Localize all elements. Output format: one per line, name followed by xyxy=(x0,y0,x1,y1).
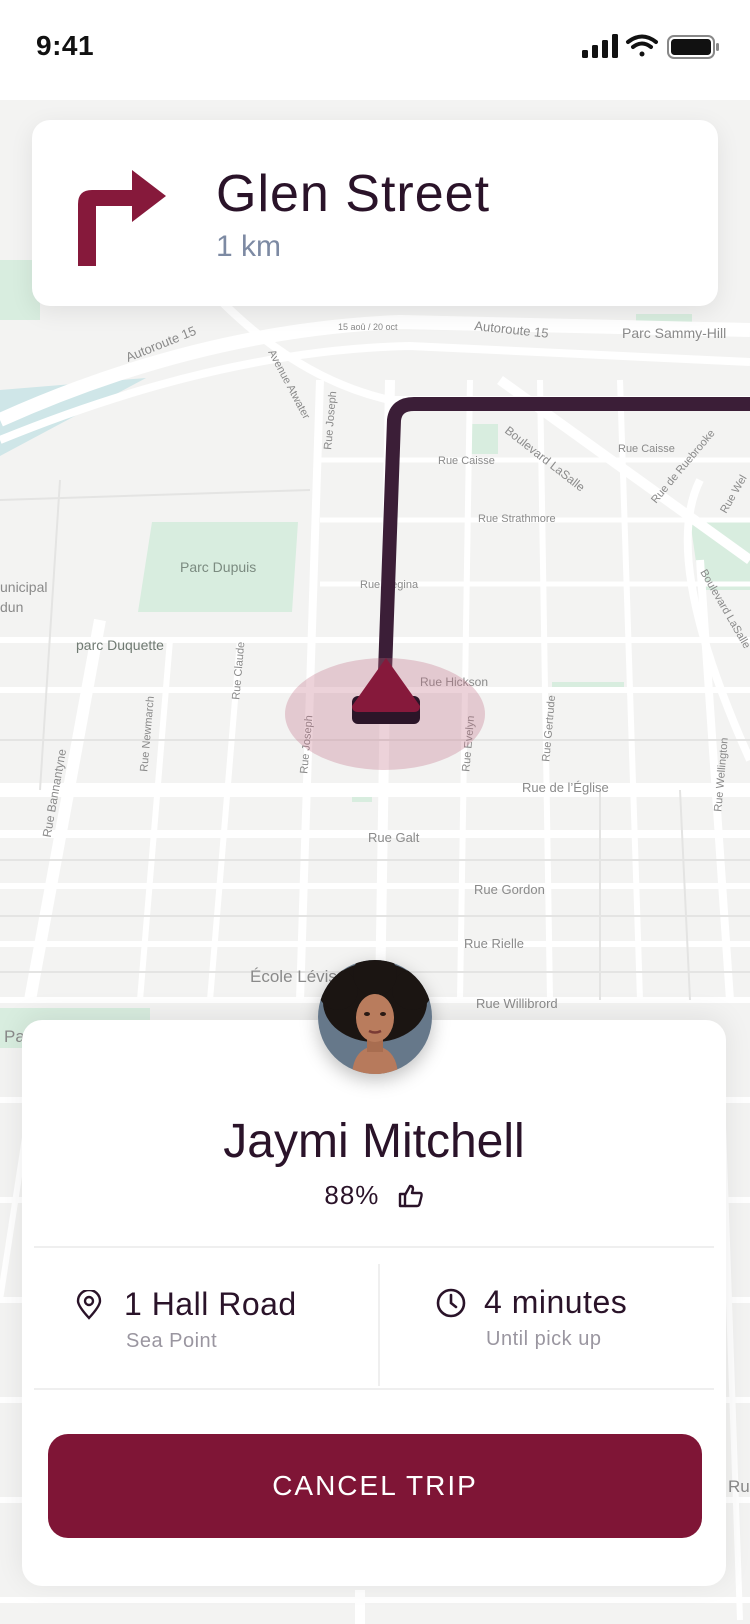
navigation-card: Glen Street 1 km xyxy=(32,120,718,306)
pickup-address: 1 Hall Road xyxy=(124,1286,297,1322)
map-label: Rue Galt xyxy=(368,830,420,845)
thumbs-up-icon xyxy=(398,1184,424,1215)
driver-avatar[interactable] xyxy=(318,960,432,1074)
map-label: Rue Strathmore xyxy=(478,513,556,525)
map-label: unicipal xyxy=(0,579,47,595)
battery-icon xyxy=(667,35,719,59)
map-label: Rue Caisse xyxy=(618,443,675,455)
divider xyxy=(34,1246,714,1248)
divider xyxy=(378,1264,380,1386)
clock-icon xyxy=(436,1288,466,1318)
map-label: parc Duquette xyxy=(76,637,164,653)
signal-icon xyxy=(582,34,618,58)
map-label: Rue Caisse xyxy=(438,455,495,467)
location-pin-icon xyxy=(76,1290,102,1320)
divider xyxy=(34,1388,714,1390)
turn-right-icon xyxy=(78,170,166,266)
cancel-trip-button[interactable]: CANCEL TRIP xyxy=(48,1434,702,1538)
map-label: Rue de l’Église xyxy=(522,780,609,795)
map-label: Parc Dupuis xyxy=(180,559,256,575)
status-time: 9:41 xyxy=(36,30,95,61)
driver-rating: 88% xyxy=(22,1180,726,1215)
rating-value: 88% xyxy=(324,1180,380,1210)
status-bar: 9:41 xyxy=(0,0,750,100)
status-icons xyxy=(582,34,722,59)
map-label: Rue Rielle xyxy=(464,936,524,951)
map-label: Rue Gordon xyxy=(474,882,545,897)
eta-time: 4 minutes xyxy=(484,1284,628,1320)
wifi-icon xyxy=(626,34,658,57)
trip-sheet: Jaymi Mitchell 88% 1 Hall Road Sea Point… xyxy=(22,1020,726,1586)
street-name: Glen Street xyxy=(216,165,491,223)
eta-label: Until pick up xyxy=(486,1328,602,1350)
map-label: 15 aoû / 20 oct xyxy=(338,322,398,332)
pickup-area: Sea Point xyxy=(126,1330,218,1352)
map-label: dun xyxy=(0,599,23,615)
map-label: Ru xyxy=(728,1477,750,1496)
driver-name: Jaymi Mitchell xyxy=(223,1115,525,1168)
map-label: École Lévis xyxy=(250,967,337,986)
map-label: Parc Sammy-Hill xyxy=(622,325,726,341)
map-label: Rue Willibrord xyxy=(476,996,558,1011)
street-distance: 1 km xyxy=(216,230,282,263)
